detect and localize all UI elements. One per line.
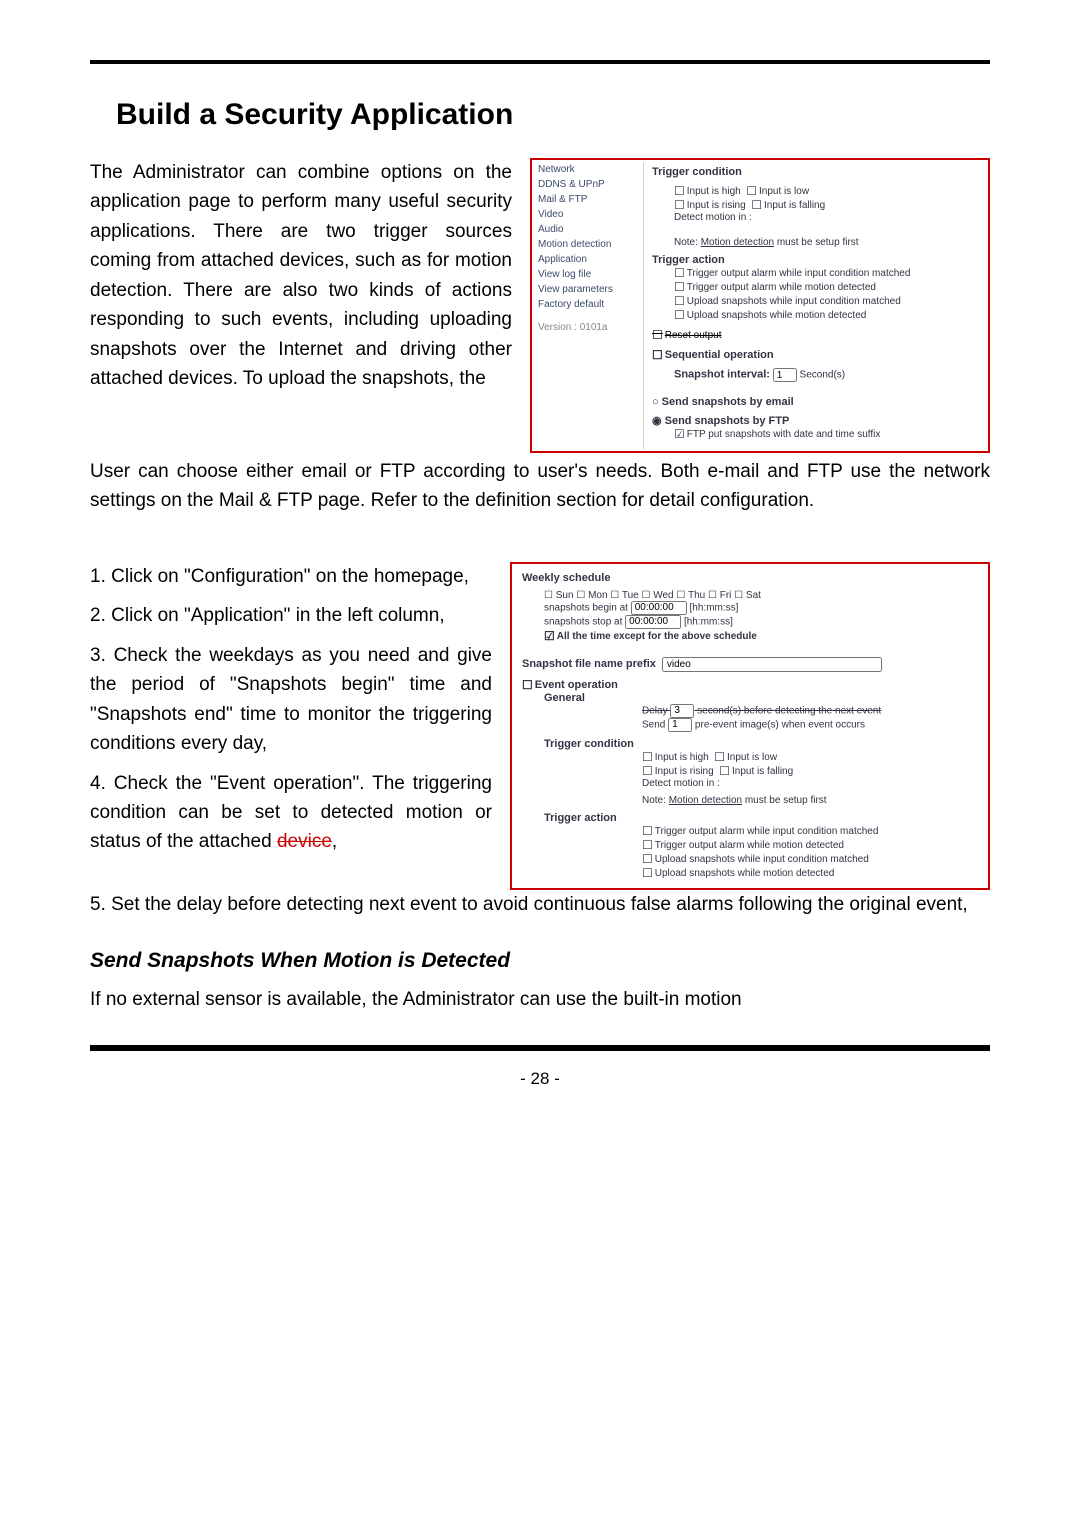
send-post: pre-event image(s) when event occurs	[695, 719, 865, 730]
nav-item[interactable]: View parameters	[534, 282, 643, 297]
send-input[interactable]	[668, 718, 692, 732]
trigger-action-heading-2: Trigger action	[544, 812, 978, 824]
snapshot-interval-input[interactable]	[773, 368, 797, 382]
action-3-checkbox[interactable]: Upload snapshots while input condition m…	[674, 294, 978, 308]
step-3: 3. Check the weekdays as you need and gi…	[90, 641, 492, 759]
figure-weekly-schedule: Weekly schedule ☐ Sun ☐ Mon ☐ Tue ☐ Wed …	[510, 562, 990, 890]
general-heading: General	[544, 692, 978, 704]
motion-detection-link[interactable]: Motion detection	[701, 237, 774, 248]
step-5: 5. Set the delay before detecting next e…	[90, 890, 990, 919]
top-rule	[90, 60, 990, 64]
begin-label: snapshots begin at	[544, 602, 628, 613]
hhmmss-label-2: [hh:mm:ss]	[684, 616, 733, 627]
page-heading: Build a Security Application	[116, 98, 990, 132]
nav-item[interactable]: DDNS & UPnP	[534, 177, 643, 192]
subsection-body: If no external sensor is available, the …	[90, 985, 990, 1014]
note-label-2: Note:	[642, 795, 669, 806]
action-4-checkbox-2[interactable]: Upload snapshots while motion detected	[642, 866, 978, 880]
note-post: must be setup first	[774, 237, 858, 248]
motion-detection-link-2[interactable]: Motion detection	[669, 795, 742, 806]
input-high-checkbox[interactable]: Input is high	[674, 186, 741, 197]
input-falling-checkbox-2[interactable]: Input is falling	[719, 766, 793, 777]
delay-label: Delay	[642, 705, 668, 716]
delay-input[interactable]	[670, 704, 694, 718]
snapshot-interval-label: Snapshot interval:	[674, 369, 770, 381]
action-1-checkbox-2[interactable]: Trigger output alarm while input conditi…	[642, 824, 978, 838]
trigger-action-heading: Trigger action	[652, 254, 978, 266]
sequential-op-checkbox[interactable]: Sequential operation	[652, 348, 978, 362]
send-label: Send	[642, 719, 665, 730]
prefix-label: Snapshot file name prefix	[522, 658, 656, 670]
intro-left-paragraph: The Administrator can combine options on…	[90, 158, 512, 394]
trigger-condition-heading-2: Trigger condition	[544, 738, 978, 750]
action-1-checkbox[interactable]: Trigger output alarm while input conditi…	[674, 266, 978, 280]
version-label: Version : 0101a	[534, 312, 643, 335]
reset-output-checkbox[interactable]: Reset output	[652, 328, 978, 342]
send-by-email-radio[interactable]: Send snapshots by email	[652, 396, 978, 408]
stop-time-input[interactable]	[625, 615, 681, 629]
nav-item[interactable]: Network	[534, 162, 643, 177]
action-2-checkbox-2[interactable]: Trigger output alarm while motion detect…	[642, 838, 978, 852]
bottom-rule	[90, 1045, 990, 1051]
detect-motion-label-2: Detect motion in :	[642, 778, 978, 789]
nav-item[interactable]: Mail & FTP	[534, 192, 643, 207]
nav-item[interactable]: View log file	[534, 267, 643, 282]
begin-time-input[interactable]	[631, 601, 687, 615]
hhmmss-label: [hh:mm:ss]	[690, 602, 739, 613]
note-label: Note:	[674, 237, 701, 248]
device-struck: device	[277, 831, 332, 852]
delay-post: second(s) before detecting the next even…	[697, 705, 881, 716]
nav-item[interactable]: Motion detection	[534, 237, 643, 252]
weekly-schedule-heading: Weekly schedule	[522, 572, 978, 584]
action-2-checkbox[interactable]: Trigger output alarm while motion detect…	[674, 280, 978, 294]
config-nav: Network DDNS & UPnP Mail & FTP Video Aud…	[534, 162, 644, 449]
input-low-checkbox[interactable]: Input is low	[746, 186, 809, 197]
input-rising-checkbox-2[interactable]: Input is rising	[642, 766, 714, 777]
subsection-heading: Send Snapshots When Motion is Detected	[90, 949, 990, 973]
input-falling-checkbox[interactable]: Input is falling	[751, 200, 825, 211]
input-low-checkbox-2[interactable]: Input is low	[714, 752, 777, 763]
trigger-condition-heading: Trigger condition	[652, 166, 978, 178]
input-high-checkbox-2[interactable]: Input is high	[642, 752, 709, 763]
step-2: 2. Click on "Application" in the left co…	[90, 601, 492, 630]
step-1: 1. Click on "Configuration" on the homep…	[90, 562, 492, 591]
nav-item[interactable]: Video	[534, 207, 643, 222]
step-4: 4. Check the "Event operation". The trig…	[90, 769, 492, 857]
nav-item[interactable]: Factory default	[534, 297, 643, 312]
stop-label: snapshots stop at	[544, 616, 622, 627]
weekday-row[interactable]: ☐ Sun ☐ Mon ☐ Tue ☐ Wed ☐ Thu ☐ Fri ☐ Sa…	[544, 590, 978, 601]
event-operation-checkbox[interactable]: Event operation	[522, 678, 978, 692]
action-4-checkbox[interactable]: Upload snapshots while motion detected	[674, 308, 978, 322]
input-rising-checkbox[interactable]: Input is rising	[674, 200, 746, 211]
note-post-2: must be setup first	[742, 795, 826, 806]
figure-trigger-panel: Network DDNS & UPnP Mail & FTP Video Aud…	[530, 158, 990, 453]
send-by-ftp-radio[interactable]: Send snapshots by FTP	[652, 414, 978, 427]
ftp-suffix-checkbox[interactable]: FTP put snapshots with date and time suf…	[674, 427, 978, 441]
page-number: - 28 -	[90, 1069, 990, 1089]
nav-item[interactable]: Application	[534, 252, 643, 267]
seconds-label: Second(s)	[800, 370, 846, 381]
prefix-input[interactable]	[662, 657, 882, 672]
nav-item[interactable]: Audio	[534, 222, 643, 237]
except-schedule-checkbox[interactable]: All the time except for the above schedu…	[544, 629, 978, 643]
action-3-checkbox-2[interactable]: Upload snapshots while input condition m…	[642, 852, 978, 866]
intro-rest-paragraph: User can choose either email or FTP acco…	[90, 457, 990, 516]
detect-motion-label: Detect motion in :	[674, 212, 978, 223]
